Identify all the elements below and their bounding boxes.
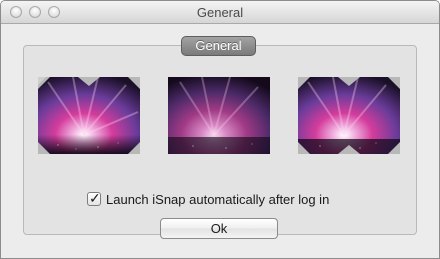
window-title: General — [196, 5, 244, 20]
launch-automatically-option[interactable]: ✓ Launch iSnap automatically after log i… — [87, 190, 329, 208]
general-window: General General ✓ Launch iSnap automatic… — [0, 0, 440, 259]
title-bar[interactable]: General — [1, 1, 439, 24]
launch-automatically-checkbox[interactable]: ✓ — [87, 190, 101, 206]
checkmark-icon: ✓ — [89, 190, 101, 206]
window-body: General ✓ Launch iSnap automatically aft… — [1, 24, 439, 258]
aurora-wallpaper-thumbnail-middle[interactable] — [168, 77, 270, 154]
aurora-wallpaper-thumbnail-right[interactable] — [298, 77, 400, 154]
tab-general[interactable]: General — [181, 36, 256, 56]
launch-automatically-label[interactable]: Launch iSnap automatically after log in — [106, 192, 329, 207]
ok-button[interactable]: Ok — [160, 218, 278, 239]
aurora-wallpaper-thumbnail-left[interactable] — [38, 77, 140, 154]
